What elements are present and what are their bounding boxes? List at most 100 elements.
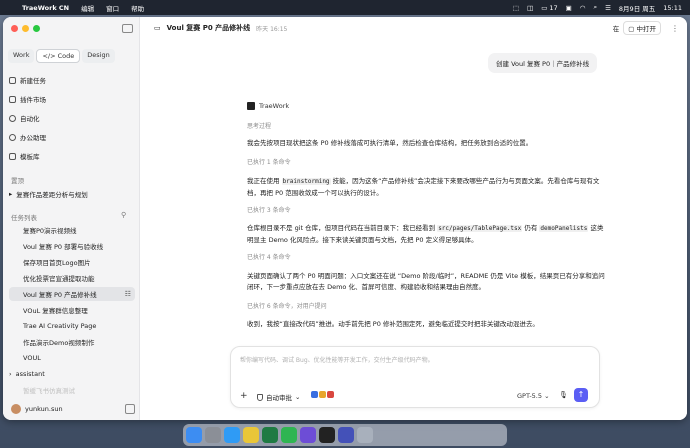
zoom-window-icon[interactable]	[33, 25, 40, 32]
topbar: ▭ Voul 复赛 P0 产品修补线 昨天 16:15 在 ▢ 中打开 ⋮	[140, 17, 687, 39]
nav-office-assistant[interactable]: 办公助理	[9, 132, 46, 142]
command-log-toggle[interactable]: 已执行 4 条命令	[247, 252, 291, 261]
task-item[interactable]: 优化投票官宣通提取功能	[9, 271, 135, 285]
app-icon	[311, 391, 318, 398]
control-center-icon[interactable]: ☰	[605, 4, 611, 12]
wifi-icon[interactable]: ◠	[580, 4, 586, 12]
more-options-icon[interactable]: ⋮	[671, 24, 679, 33]
new-task-icon	[9, 76, 16, 84]
battery-icon: ▭	[541, 3, 548, 12]
command-log-toggle[interactable]: 已执行 3 条命令	[247, 205, 291, 214]
open-in-label: 在	[612, 25, 620, 33]
app-icon	[319, 391, 326, 398]
menu-window[interactable]: 窗口	[106, 3, 119, 13]
user-message: 创建 Voul 复赛 P0｜产品修补线	[488, 53, 598, 73]
finder-icon[interactable]	[186, 427, 202, 443]
mode-design-button[interactable]: Design	[82, 49, 115, 63]
terminal-icon[interactable]	[319, 427, 335, 443]
app-icon	[327, 391, 334, 398]
chevron-right-icon: ›	[9, 370, 12, 378]
page-title: Voul 复赛 P0 产品修补线	[166, 24, 251, 32]
nav-plugin-market[interactable]: 插件市场	[9, 94, 46, 104]
message-part: 仓库根目录不是 git 仓库，但项目代码在当前目录下：我已经看到	[247, 224, 438, 232]
settings-icon[interactable]	[125, 404, 135, 414]
add-attachment-icon[interactable]: +	[240, 391, 248, 401]
folder-icon: ▢	[628, 25, 635, 33]
auto-approve-toggle[interactable]: 自动审批 ⌄	[257, 392, 300, 402]
message-text: 收到，我按“直接改代码”推进。动手前先把 P0 修补范围定死，避免临近提交时把非…	[247, 320, 539, 328]
menu-help[interactable]: 帮助	[131, 3, 144, 13]
minimize-window-icon[interactable]	[22, 25, 29, 32]
pinned-item[interactable]: ▸ 复赛作品差距分析与规划	[9, 189, 88, 199]
task-item[interactable]: 保存项目首页Logo图片	[9, 255, 135, 269]
assistant-icon	[9, 133, 16, 141]
traework-icon[interactable]	[338, 427, 354, 443]
message-text: 仓库根目录不是 git 仓库，但项目代码在当前目录下：我已经看到 src/pag…	[247, 223, 607, 245]
search-icon[interactable]: ⌕	[593, 3, 597, 12]
task-list-icon[interactable]: ☷	[125, 290, 131, 298]
task-item-active[interactable]: Voul 复赛 P0 产品修补线 ☷	[9, 287, 135, 301]
window-controls	[11, 25, 40, 32]
task-item[interactable]: Voul 复赛 P0 部署与验收线	[9, 239, 135, 253]
pin-icon: ▸	[9, 190, 13, 198]
menu-edit[interactable]: 编辑	[81, 3, 94, 13]
menubar-date[interactable]: 8月9日 周五	[619, 3, 655, 13]
safari-icon[interactable]	[224, 427, 240, 443]
battery-indicator[interactable]: ▭ 17	[541, 4, 557, 12]
close-window-icon[interactable]	[11, 25, 18, 32]
launchpad-icon[interactable]	[205, 427, 221, 443]
task-item[interactable]: 作品演示Demo视频制作	[9, 335, 135, 349]
dock	[183, 424, 507, 446]
chrome-icon[interactable]	[243, 427, 259, 443]
inline-code: brainstorming	[281, 178, 331, 185]
menu-app-name[interactable]: TraeWork CN	[22, 4, 69, 12]
send-button[interactable]: ↑	[574, 388, 588, 402]
toggle-sidebar-icon[interactable]	[122, 24, 133, 33]
composer-input[interactable]: 帮你编写代码、调试 Bug、优化性能等开发工作，交付生产级代码产物。	[240, 355, 434, 364]
open-in-button[interactable]: ▢ 中打开	[623, 21, 661, 35]
tray-icon-3[interactable]: ▣	[566, 4, 572, 12]
task-item[interactable]: VOuL 复赛群信息整理	[9, 303, 135, 317]
nav-template-library[interactable]: 模板库	[9, 151, 40, 161]
nav-label: 新建任务	[20, 77, 46, 85]
command-log-toggle[interactable]: 已执行 6 条命令，对用户提问	[247, 301, 327, 310]
connected-apps[interactable]	[311, 391, 334, 398]
command-log-toggle[interactable]: 已执行 1 条命令	[247, 157, 291, 166]
user-profile[interactable]: yunkun.sun	[11, 404, 63, 414]
pinned-item-label: 复赛作品差距分析与规划	[16, 191, 88, 199]
task-item[interactable]: 复赛P0演示视频线	[9, 223, 135, 237]
chevron-down-icon: ⌄	[295, 393, 301, 401]
faded-task-item[interactable]: 暂缓飞书仿真测试	[23, 385, 75, 395]
assistant-name: TraeWork	[259, 102, 290, 110]
app-window: Work </> Code Design 新建任务 插件市场 自动化 办公助理 …	[3, 17, 687, 420]
assistant-section[interactable]: › assistant	[9, 370, 45, 378]
battery-value: 17	[549, 3, 558, 12]
mode-code-button[interactable]: </> Code	[36, 49, 81, 63]
nav-automation[interactable]: 自动化	[9, 113, 40, 123]
nav-label: 办公助理	[20, 134, 46, 142]
mode-work-button[interactable]: Work	[8, 49, 35, 63]
task-item[interactable]: VOUL	[9, 351, 135, 365]
excel-icon[interactable]	[262, 427, 278, 443]
auto-approve-label: 自动审批	[266, 394, 292, 402]
tray-icon-2[interactable]: ◫	[527, 4, 533, 12]
menubar-time[interactable]: 15:11	[663, 4, 682, 12]
mode-switcher: Work </> Code Design	[8, 49, 115, 63]
app-icon[interactable]	[300, 427, 316, 443]
filter-icon[interactable]: ⚲	[121, 211, 126, 219]
message-text: 我会先按项目现状把这条 P0 修补线落成可执行清单，然后检查仓库结构，把任务放到…	[247, 139, 533, 147]
tasks-section-header: 任务列表	[11, 214, 37, 222]
nav-label: 模板库	[20, 153, 40, 161]
trash-icon[interactable]	[357, 427, 373, 443]
nav-new-task[interactable]: 新建任务	[9, 75, 46, 85]
plugin-icon	[9, 95, 16, 103]
traework-logo-icon	[247, 102, 255, 110]
open-in: 在 ▢ 中打开	[613, 21, 661, 35]
model-label: GPT-5.5	[517, 392, 543, 400]
thinking-toggle[interactable]: 思考过程	[247, 121, 271, 130]
microphone-icon[interactable]: 🎙	[559, 391, 568, 399]
model-selector[interactable]: GPT-5.5 ⌄	[517, 392, 550, 400]
task-item[interactable]: Trae AI Creativity Page	[9, 319, 135, 333]
wechat-icon[interactable]	[281, 427, 297, 443]
tray-icon-1[interactable]: ⬚	[513, 4, 519, 12]
